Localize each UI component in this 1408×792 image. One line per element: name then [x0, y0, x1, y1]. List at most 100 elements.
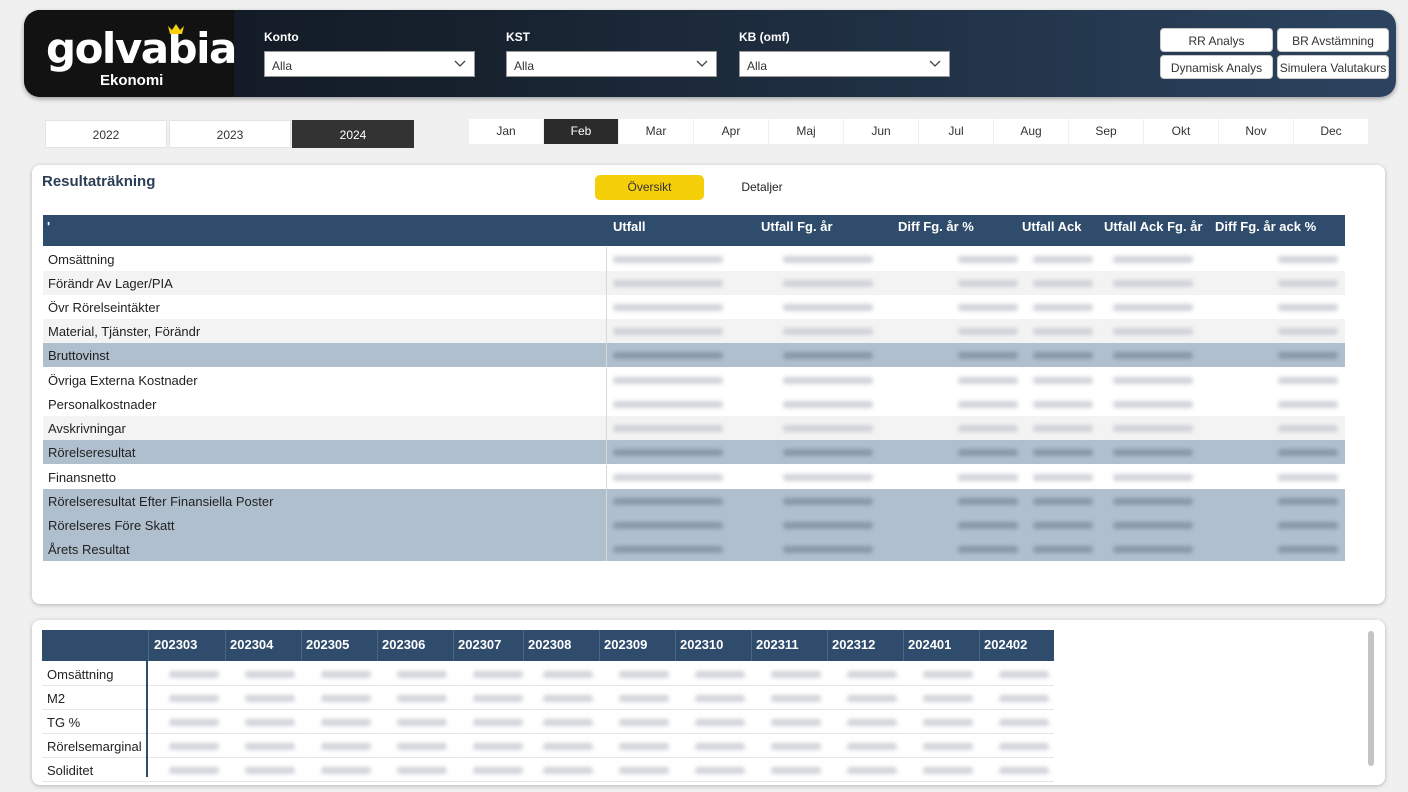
blurred-value [169, 671, 219, 678]
vertical-scrollbar[interactable] [1368, 631, 1374, 766]
cell-divider [606, 295, 607, 319]
column-divider [225, 630, 226, 661]
year-tab-2022[interactable]: 2022 [45, 120, 167, 148]
table-row: Personalkostnader [43, 392, 1345, 416]
month-tab-apr[interactable]: Apr [694, 119, 768, 144]
filter-kb: KB (omf) Alla [739, 30, 950, 77]
blurred-value [613, 328, 723, 335]
table-row: Omsättning [43, 247, 1345, 271]
logo-subtitle: Ekonomi [100, 72, 164, 89]
row-label: Omsättning [47, 667, 114, 682]
blurred-value [473, 743, 523, 750]
month-tab-nov[interactable]: Nov [1219, 119, 1293, 144]
blurred-value [958, 256, 1018, 263]
month-tab-mar[interactable]: Mar [619, 119, 693, 144]
br-avstamning-button[interactable]: BR Avstämning [1277, 28, 1389, 52]
blurred-value [321, 671, 371, 678]
month-tab-jul[interactable]: Jul [919, 119, 993, 144]
rr-analys-button[interactable]: RR Analys [1160, 28, 1273, 52]
blurred-value [321, 743, 371, 750]
blurred-value [619, 695, 669, 702]
row-label: TG % [47, 715, 81, 730]
blurred-value [1033, 328, 1093, 335]
blurred-value [958, 328, 1018, 335]
blurred-value [169, 695, 219, 702]
blurred-value [1278, 280, 1338, 287]
column-header: Utfall Fg. år [761, 219, 833, 234]
blurred-value [1278, 546, 1338, 553]
blurred-value [695, 743, 745, 750]
simulera-valutakurs-button[interactable]: Simulera Valutakurs [1277, 55, 1389, 79]
dynamisk-analys-button[interactable]: Dynamisk Analys [1160, 55, 1273, 79]
blurred-value [847, 719, 897, 726]
blurred-value [473, 767, 523, 774]
blurred-value [958, 425, 1018, 432]
konto-dropdown[interactable]: Alla [264, 51, 475, 77]
card-title: Resultaträkning [42, 173, 156, 190]
row-label: Övriga Externa Kostnader [48, 373, 198, 388]
row-label: Årets Resultat [48, 542, 130, 557]
row-label: Avskrivningar [48, 421, 126, 436]
blurred-value [397, 671, 447, 678]
blurred-value [958, 280, 1018, 287]
tab-oversikt[interactable]: Översikt [595, 175, 704, 200]
table-row: Rörelseresultat Efter Finansiella Poster [43, 489, 1345, 513]
income-table-header: ' Utfall Utfall Fg. år Diff Fg. år % Utf… [43, 215, 1345, 246]
blurred-value [1278, 498, 1338, 505]
chevron-down-icon [454, 60, 466, 67]
blurred-value [695, 671, 745, 678]
filter-label: KST [506, 30, 530, 44]
blurred-value [847, 767, 897, 774]
filter-label: Konto [264, 30, 299, 44]
table-row: Avskrivningar [43, 416, 1345, 440]
kb-dropdown[interactable]: Alla [739, 51, 950, 77]
column-divider [751, 630, 752, 661]
column-divider [377, 630, 378, 661]
month-tab-jun[interactable]: Jun [844, 119, 918, 144]
column-header: Diff Fg. år % [898, 219, 974, 234]
blurred-value [619, 743, 669, 750]
blurred-value [543, 695, 593, 702]
blurred-value [958, 449, 1018, 456]
month-tab-dec[interactable]: Dec [1294, 119, 1368, 144]
cell-divider [606, 271, 607, 295]
month-tab-okt[interactable]: Okt [1144, 119, 1218, 144]
blurred-value [1113, 474, 1193, 481]
blurred-value [695, 767, 745, 774]
blurred-value [958, 498, 1018, 505]
period-header: 202309 [604, 637, 648, 652]
table-row: Bruttovinst [43, 343, 1345, 367]
column-header: ' [47, 219, 51, 234]
column-divider [148, 630, 149, 661]
month-tab-aug[interactable]: Aug [994, 119, 1068, 144]
blurred-value [999, 695, 1049, 702]
tab-detaljer[interactable]: Detaljer [722, 175, 802, 200]
month-tab-jan[interactable]: Jan [469, 119, 543, 144]
year-tab-2023[interactable]: 2023 [169, 120, 291, 148]
blurred-value [1033, 425, 1093, 432]
row-label: Finansnetto [48, 470, 116, 485]
row-label: Rörelseres Före Skatt [48, 518, 175, 533]
blurred-value [999, 719, 1049, 726]
blurred-value [783, 401, 873, 408]
blurred-value [1113, 449, 1193, 456]
year-tab-2024[interactable]: 2024 [292, 120, 414, 148]
month-tab-feb[interactable]: Feb [544, 119, 618, 144]
blurred-value [321, 695, 371, 702]
month-tab-maj[interactable]: Maj [769, 119, 843, 144]
blurred-value [1113, 304, 1193, 311]
blurred-value [923, 671, 973, 678]
blurred-value [783, 546, 873, 553]
blurred-value [783, 304, 873, 311]
month-tab-sep[interactable]: Sep [1069, 119, 1143, 144]
blurred-value [543, 767, 593, 774]
row-label: Rörelseresultat Efter Finansiella Poster [48, 494, 274, 509]
blurred-value [771, 743, 821, 750]
blurred-value [1113, 401, 1193, 408]
row-label: Bruttovinst [48, 348, 110, 363]
kst-dropdown[interactable]: Alla [506, 51, 717, 77]
column-divider [453, 630, 454, 661]
blurred-value [473, 671, 523, 678]
blurred-value [1278, 352, 1338, 359]
blurred-value [613, 352, 723, 359]
